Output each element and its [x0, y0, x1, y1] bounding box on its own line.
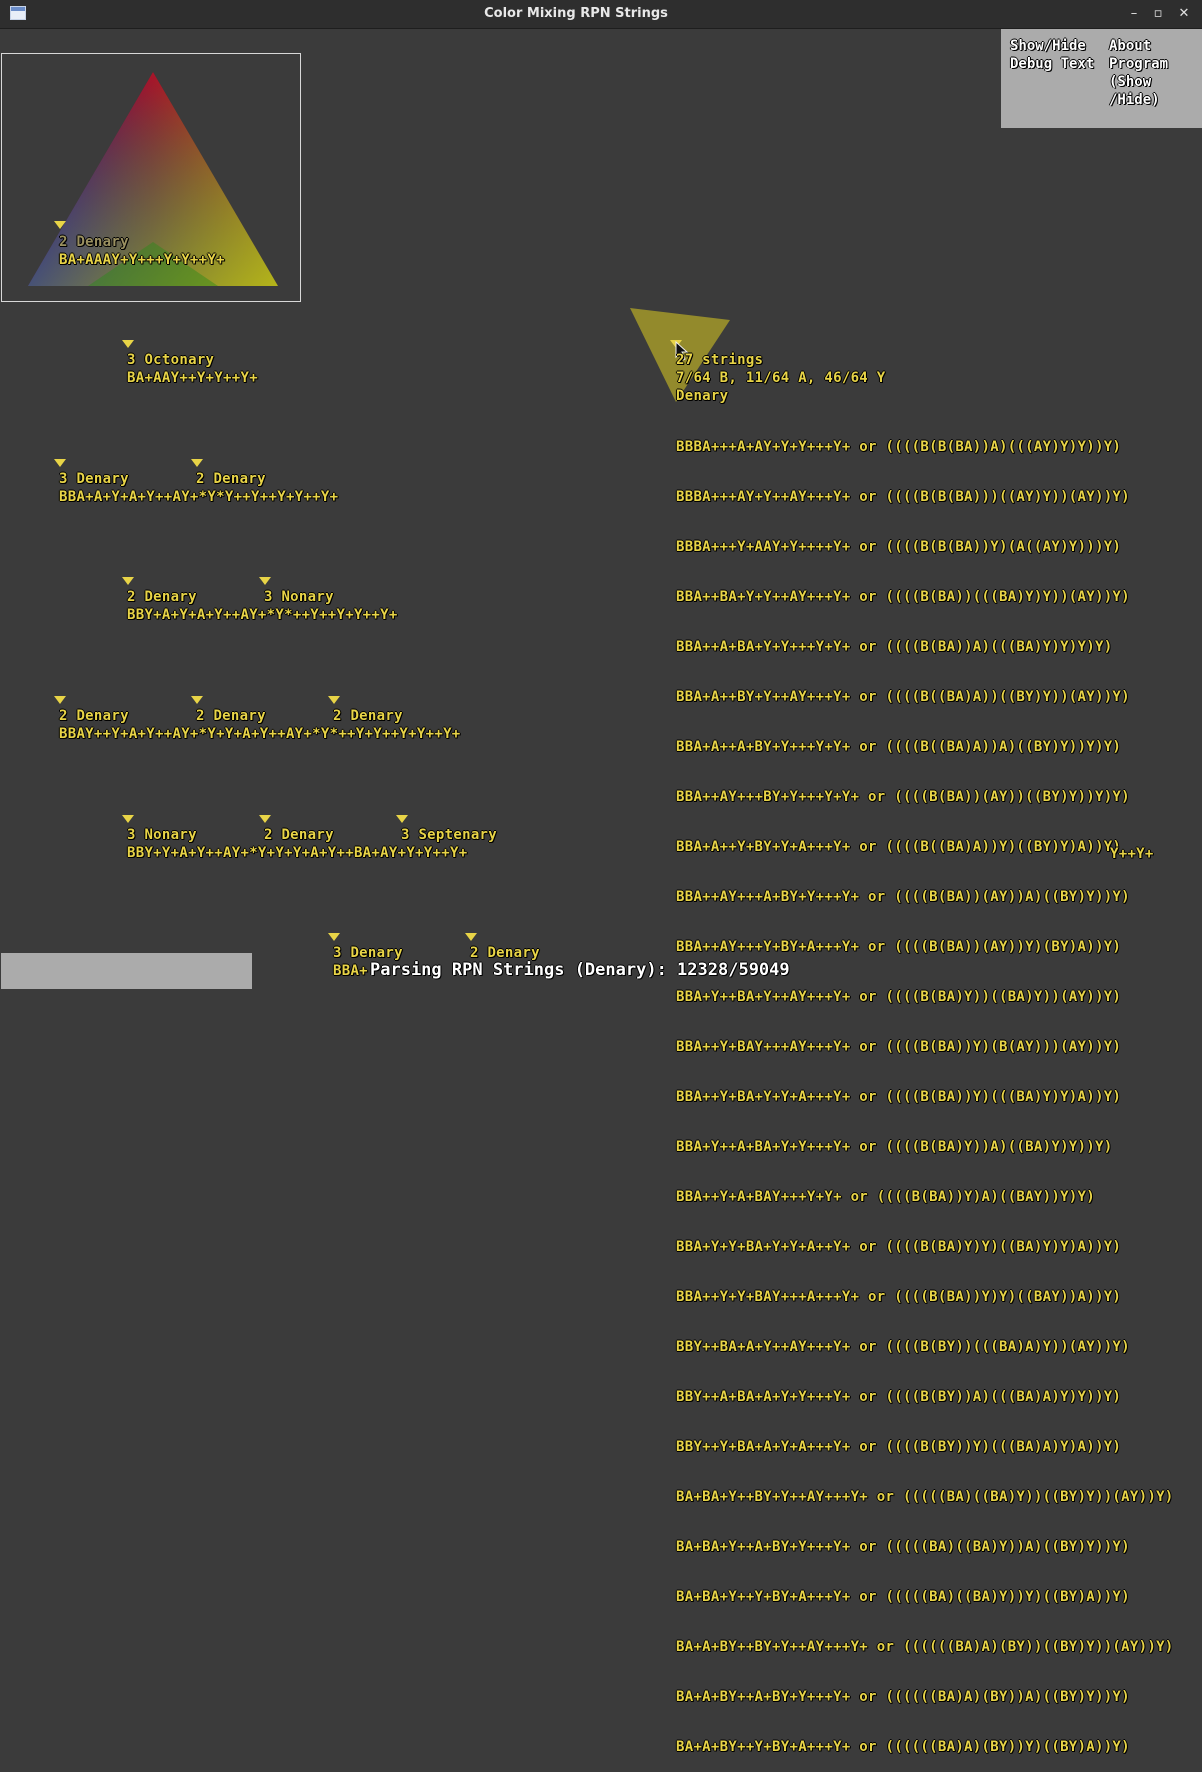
node-label: 2 Denary	[333, 708, 403, 724]
rpn-row: BBBA+++A+AY+Y+Y+++Y+ or ((((B(B(BA))A)((…	[676, 439, 1122, 455]
rpn-row: BBA+Y++A+BA+Y+Y+++Y+ or ((((B(BA)Y))A)((…	[676, 1139, 1113, 1155]
parsing-status: Parsing RPN Strings (Denary): 12328/5904…	[370, 960, 790, 980]
preview-node-marker[interactable]	[54, 221, 66, 229]
rpn-row: BBA++AY+++BY+Y+++Y+Y+ or ((((B(BA))(AY))…	[676, 789, 1130, 805]
node-marker[interactable]	[328, 933, 340, 941]
rpn-row: BBA++Y+BA+Y+Y+A+++Y+ or ((((B(BA))Y)(((B…	[676, 1089, 1122, 1105]
rpn-row: BA+BA+Y++Y+BY+A+++Y+ or (((((BA)((BA)Y))…	[676, 1589, 1130, 1605]
node-label: 2 Denary	[470, 945, 540, 961]
window-title: Color Mixing RPN Strings	[484, 6, 668, 21]
color-preview-panel: 2 Denary BA+AAAY+Y+++Y+Y++Y+	[1, 53, 301, 302]
rpn-row: BBA+Y++BA+Y++AY+++Y+ or ((((B(BA)Y))((BA…	[676, 989, 1122, 1005]
rpn-row: BBA++A+BA+Y+Y+++Y+Y+ or ((((B(BA))A)(((B…	[676, 639, 1113, 655]
rpn-row: BA+BA+Y++BY+Y++AY+++Y+ or (((((BA)((BA)Y…	[676, 1489, 1174, 1505]
preview-rpn-string: BA+AAAY+Y+++Y+Y++Y+	[59, 252, 225, 268]
node-marker[interactable]	[396, 815, 408, 823]
minimize-button[interactable]: –	[1124, 4, 1144, 24]
node-marker[interactable]	[259, 815, 271, 823]
node-marker[interactable]	[259, 577, 271, 585]
preview-base-label: 2 Denary	[59, 234, 129, 250]
about-program-toggle[interactable]: About Program (Show /Hide)	[1109, 37, 1168, 109]
node-marker[interactable]	[191, 459, 203, 467]
rpn-row: BBA+Y+Y+BA+Y+Y+A++Y+ or ((((B(BA)Y)Y)((B…	[676, 1239, 1122, 1255]
rpn-row: BBBA+++AY+Y++AY+++Y+ or ((((B(B(BA)))((A…	[676, 489, 1130, 505]
title-bar: Color Mixing RPN Strings – ▫ ✕	[0, 0, 1202, 29]
node-rpn-string: BBAY++Y+A+Y++AY+*Y+Y+A+Y++AY+*Y*++Y+Y++Y…	[59, 726, 461, 742]
node-marker[interactable]	[122, 577, 134, 585]
overflow-string-fragment: Y++Y+	[1110, 846, 1154, 862]
detail-color-ratio: 7/64 B, 11/64 A, 46/64 Y	[676, 370, 886, 386]
node-label: 3 Nonary	[127, 827, 197, 843]
menu-panel: Show/Hide Debug Text About Program (Show…	[1001, 29, 1202, 128]
node-label: 3 Octonary	[127, 352, 215, 368]
rpn-row: BA+BA+Y++A+BY+Y+++Y+ or (((((BA)((BA)Y))…	[676, 1539, 1130, 1555]
rpn-row: BBA++BA+Y+Y++AY+++Y+ or ((((B(BA))(((BA)…	[676, 589, 1130, 605]
maximize-button[interactable]: ▫	[1148, 4, 1168, 24]
node-marker[interactable]	[191, 696, 203, 704]
detail-string-count: 27 strings	[676, 352, 764, 368]
progress-panel	[1, 953, 252, 989]
node-marker[interactable]	[54, 696, 66, 704]
node-marker[interactable]	[122, 340, 134, 348]
node-rpn-string: BBY+Y+A+Y++AY+*Y+Y+Y+A+Y++BA+AY+Y+Y++Y+	[127, 845, 468, 861]
node-rpn-string: BBY+A+Y+A+Y++AY+*Y*++Y++Y+Y++Y+	[127, 607, 398, 623]
rpn-row: BBY++BA+A+Y++AY+++Y+ or ((((B(BY))(((BA)…	[676, 1339, 1130, 1355]
rpn-row: BBBA+++Y+AAY+Y++++Y+ or ((((B(B(BA))Y)(A…	[676, 539, 1122, 555]
node-marker[interactable]	[54, 459, 66, 467]
detail-base: Denary	[676, 388, 729, 404]
node-label: 2 Denary	[59, 708, 129, 724]
node-label: 2 Denary	[127, 589, 197, 605]
rpn-row: BA+A+BY++BY+Y++AY+++Y+ or ((((((BA)A)(BY…	[676, 1639, 1174, 1655]
close-button[interactable]: ✕	[1174, 4, 1194, 24]
node-rpn-string: BA+AAY++Y+Y++Y+	[127, 370, 258, 386]
node-rpn-string: BBA+	[333, 963, 368, 979]
node-marker[interactable]	[328, 696, 340, 704]
node-label: 3 Denary	[333, 945, 403, 961]
rpn-row: BA+A+BY++Y+BY+A+++Y+ or ((((((BA)A)(BY))…	[676, 1739, 1130, 1755]
rpn-row: BBA++AY+++A+BY+Y+++Y+ or ((((B(BA))(AY))…	[676, 889, 1130, 905]
node-rpn-string: BBA+A+Y+A+Y++AY+*Y*Y++Y++Y+Y++Y+	[59, 489, 339, 505]
node-label: 2 Denary	[264, 827, 334, 843]
rpn-row: BA+A+BY++A+BY+Y+++Y+ or ((((((BA)A)(BY))…	[676, 1689, 1130, 1705]
node-marker[interactable]	[122, 815, 134, 823]
rpn-row: BBA++AY+++Y+BY+A+++Y+ or ((((B(BA))(AY))…	[676, 939, 1122, 955]
node-label: 3 Nonary	[264, 589, 334, 605]
rpn-expression-list: BBBA+++A+AY+Y+Y+++Y+ or ((((B(B(BA))A)((…	[676, 406, 1174, 1772]
rpn-row: BBA+A++Y+BY+Y+A+++Y+ or ((((B((BA)A))Y)(…	[676, 839, 1122, 855]
rpn-row: BBY++A+BA+A+Y+Y+++Y+ or ((((B(BY))A)(((B…	[676, 1389, 1122, 1405]
node-label: 2 Denary	[196, 708, 266, 724]
node-label: 3 Septenary	[401, 827, 498, 843]
debug-text-toggle[interactable]: Show/Hide Debug Text	[1010, 37, 1094, 73]
rpn-row: BBA++Y+BAY+++AY+++Y+ or ((((B(BA))Y)(B(A…	[676, 1039, 1122, 1055]
rpn-row: BBA+A++A+BY+Y+++Y+Y+ or ((((B((BA)A))A)(…	[676, 739, 1122, 755]
rpn-row: BBA++Y+A+BAY+++Y+Y+ or ((((B(BA))Y)A)((B…	[676, 1189, 1095, 1205]
node-marker[interactable]	[465, 933, 477, 941]
rpn-row: BBA++Y+Y+BAY+++A+++Y+ or ((((B(BA))Y)Y)(…	[676, 1289, 1122, 1305]
node-label: 3 Denary	[59, 471, 129, 487]
rpn-row: BBA+A++BY+Y++AY+++Y+ or ((((B((BA)A))((B…	[676, 689, 1130, 705]
rpn-row: BBY++Y+BA+A+Y+A+++Y+ or ((((B(BY))Y)(((B…	[676, 1439, 1122, 1455]
node-label: 2 Denary	[196, 471, 266, 487]
